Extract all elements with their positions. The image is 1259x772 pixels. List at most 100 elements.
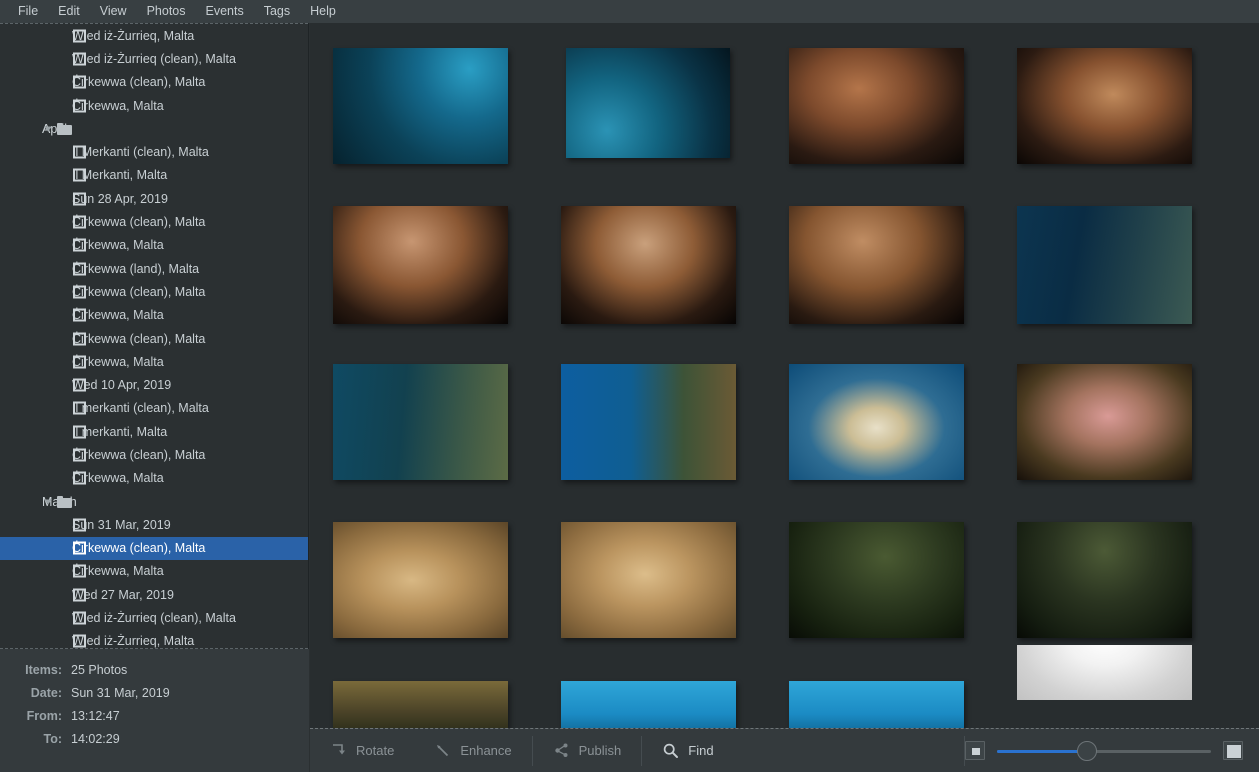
sidebar-item-label: Il merkanti, Malta <box>72 424 168 439</box>
sidebar-event-9[interactable]: Ċirkewwa, Malta <box>0 234 308 257</box>
photo-grid-area[interactable] <box>310 23 1259 728</box>
event-icon <box>73 99 86 113</box>
photo-cell[interactable] <box>553 48 743 188</box>
sidebar-event-1[interactable]: Wied iż-Żurrieq (clean), Malta <box>0 47 308 70</box>
sidebar-event-19[interactable]: Ċirkewwa, Malta <box>0 467 308 490</box>
small-thumbnail-icon[interactable] <box>965 741 985 760</box>
sidebar-folder-20[interactable]: March <box>0 490 308 513</box>
sidebar-event-16[interactable]: Il merkanti (clean), Malta <box>0 397 308 420</box>
photo-cell[interactable] <box>325 522 515 662</box>
photo-cell[interactable] <box>325 364 515 504</box>
rotate-button[interactable]: Rotate <box>310 729 414 772</box>
menu-tags[interactable]: Tags <box>254 1 300 22</box>
large-thumbnail-glyph <box>1227 745 1241 758</box>
info-value: 14:02:29 <box>71 732 120 746</box>
rotate-label: Rotate <box>356 743 395 758</box>
sidebar-item-label: Ċirkewwa (clean), Malta <box>72 541 206 556</box>
sidebar-event-14[interactable]: Ċirkewwa, Malta <box>0 350 308 373</box>
chevron-down-icon[interactable] <box>44 126 52 132</box>
photo-white-anemone[interactable] <box>788 364 964 480</box>
sidebar-folder-4[interactable]: April <box>0 117 308 140</box>
photo-cell[interactable] <box>1009 206 1199 346</box>
slider-handle[interactable] <box>1076 740 1097 761</box>
sidebar-event-22[interactable]: Ċirkewwa (clean), Malta <box>0 536 308 560</box>
photo-divers-under-hull-2[interactable] <box>788 681 964 728</box>
sidebar-event-24[interactable]: Wed 27 Mar, 2019 <box>0 583 308 606</box>
photo-cell[interactable] <box>781 48 971 188</box>
sidebar-event-0[interactable]: Wied iż-Żurrieq, Malta <box>0 24 308 47</box>
publish-icon <box>553 742 570 759</box>
photo-wreck-interior-1[interactable] <box>788 522 964 638</box>
photo-cell[interactable] <box>1009 522 1199 662</box>
photo-cell[interactable] <box>1009 364 1199 504</box>
sidebar-event-11[interactable]: Ċirkewwa (clean), Malta <box>0 280 308 303</box>
event-tree[interactable]: Wied iż-Żurrieq, Malta Wied iż-Żurrieq (c… <box>0 23 308 649</box>
photo-cell[interactable] <box>781 364 971 504</box>
publish-button[interactable]: Publish <box>533 729 642 772</box>
sidebar-event-23[interactable]: Ċirkewwa, Malta <box>0 560 308 583</box>
sidebar-event-3[interactable]: Ċirkewwa, Malta <box>0 94 308 117</box>
large-thumbnail-icon[interactable] <box>1223 741 1243 760</box>
sidebar-event-21[interactable]: Sun 31 Mar, 2019 <box>0 513 308 536</box>
photo-diver-along-hull[interactable] <box>566 48 730 158</box>
sidebar-event-15[interactable]: Wed 10 Apr, 2019 <box>0 373 308 396</box>
sidebar-event-25[interactable]: Wied iż-Żurrieq (clean), Malta <box>0 606 308 629</box>
photo-cell[interactable] <box>325 206 515 346</box>
photo-pink-nudibranch-2[interactable] <box>560 522 736 638</box>
sidebar-event-5[interactable]: Il Merkanti (clean), Malta <box>0 140 308 163</box>
enhance-button[interactable]: Enhance <box>414 729 531 772</box>
find-button[interactable]: Find <box>642 729 733 772</box>
photo-reef-ledge-blue-water[interactable] <box>560 364 736 480</box>
sidebar-event-12[interactable]: Ċirkewwa, Malta <box>0 304 308 327</box>
info-key: From: <box>26 709 62 723</box>
sidebar-event-18[interactable]: Ċirkewwa (clean), Malta <box>0 443 308 466</box>
event-icon <box>73 541 86 555</box>
photo-cell[interactable] <box>553 206 743 346</box>
sidebar-event-6[interactable]: Il Merkanti, Malta <box>0 164 308 187</box>
menu-help[interactable]: Help <box>300 1 346 22</box>
photo-diver-exploring-reef[interactable] <box>332 364 508 480</box>
photo-moray-eel-portrait-3[interactable] <box>788 206 964 324</box>
photo-pink-nudibranch-1[interactable] <box>332 522 508 638</box>
photo-cell[interactable] <box>325 681 515 728</box>
sidebar-event-8[interactable]: Ċirkewwa (clean), Malta <box>0 210 308 233</box>
sidebar-event-2[interactable]: Ċirkewwa (clean), Malta <box>0 71 308 94</box>
sidebar-event-26[interactable]: Wied iż-Żurrieq, Malta <box>0 630 308 648</box>
sidebar-event-10[interactable]: Ċirkewwa (land), Malta <box>0 257 308 280</box>
photo-cell[interactable] <box>781 206 971 346</box>
sidebar-event-17[interactable]: Il merkanti, Malta <box>0 420 308 443</box>
sidebar-item-label: Sun 31 Mar, 2019 <box>72 517 171 532</box>
event-icon <box>73 448 86 462</box>
photo-cell[interactable] <box>1009 48 1199 188</box>
menu-file[interactable]: File <box>8 1 48 22</box>
thumbnail-size-slider[interactable] <box>997 740 1211 761</box>
info-row: Date: Sun 31 Mar, 2019 <box>0 686 299 709</box>
menu-events[interactable]: Events <box>196 1 254 22</box>
photo-wreck-interior-2[interactable] <box>1016 522 1192 638</box>
menu-edit[interactable]: Edit <box>48 1 90 22</box>
photo-moray-eel-portrait-1[interactable] <box>332 206 508 324</box>
photo-cell[interactable] <box>325 48 515 188</box>
photo-diver-at-wreck-bow[interactable] <box>332 48 508 164</box>
sidebar-item-label: Wied iż-Żurrieq (clean), Malta <box>72 51 236 66</box>
menu-photos[interactable]: Photos <box>137 1 196 22</box>
photo-wreck-deck-structure[interactable] <box>332 681 508 728</box>
sidebar-event-13[interactable]: Ċirkewwa (clean), Malta <box>0 327 308 350</box>
photo-overexposed-surface[interactable] <box>1016 645 1192 700</box>
photo-moray-eel-portrait-2[interactable] <box>560 206 736 324</box>
menu-view[interactable]: View <box>90 1 137 22</box>
chevron-down-icon[interactable] <box>44 499 52 505</box>
photo-cell[interactable] <box>553 681 743 728</box>
photo-cell[interactable] <box>553 522 743 662</box>
photo-diver-with-torch[interactable] <box>1016 206 1192 324</box>
photo-cell[interactable] <box>781 681 971 728</box>
sidebar-item-label: Ċirkewwa (clean), Malta <box>72 284 206 299</box>
photo-cell[interactable] <box>553 364 743 504</box>
sidebar-event-7[interactable]: Sun 28 Apr, 2019 <box>0 187 308 210</box>
photo-divers-under-hull-1[interactable] <box>560 681 736 728</box>
photo-cell[interactable] <box>781 522 971 662</box>
photo-moray-eel-in-reef-2[interactable] <box>1016 48 1192 164</box>
photo-pink-soft-coral[interactable] <box>1016 364 1192 480</box>
photo-cell[interactable] <box>1009 645 1199 728</box>
photo-moray-eel-in-reef-1[interactable] <box>788 48 964 164</box>
